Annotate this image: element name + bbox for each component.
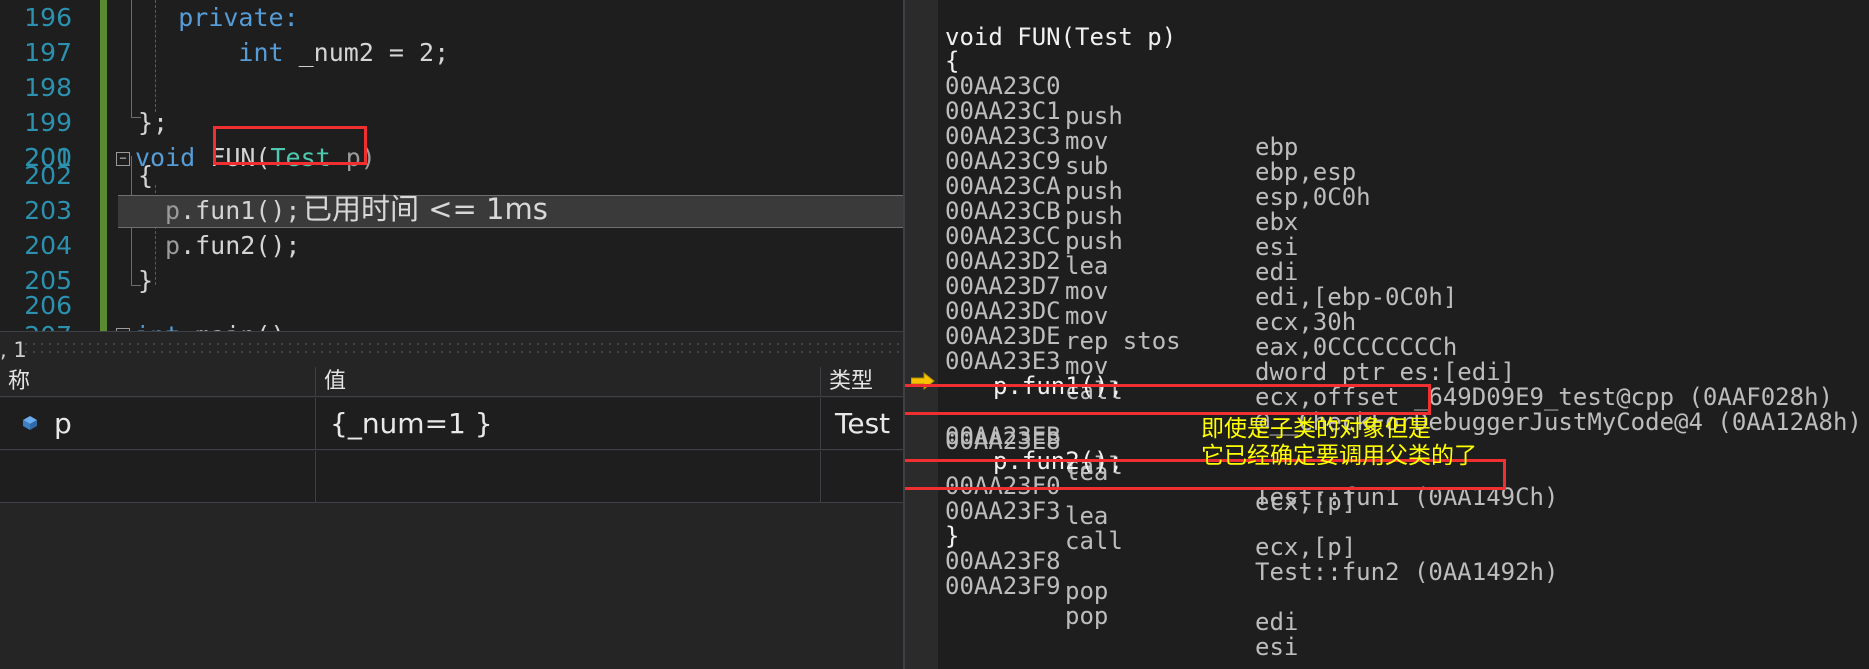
watch-tabstrip[interactable]: , 1 <box>0 331 905 367</box>
autos-watch-panel[interactable]: 称 值 类型 p {_num=1 } Test <box>0 367 905 669</box>
change-bar <box>100 70 107 106</box>
code-text: private: <box>178 3 299 32</box>
change-bar <box>100 228 107 264</box>
change-bar <box>100 0 107 36</box>
code-line[interactable]: 204 p.fun2(); <box>0 228 905 264</box>
code-line[interactable]: 202 { <box>0 158 905 194</box>
code-line[interactable]: 197 int _num2 = 2; <box>0 35 905 71</box>
column-header-value[interactable]: 值 <box>316 367 820 397</box>
table-row[interactable]: p {_num=1 } Test <box>0 398 905 450</box>
code-line[interactable]: 199 }; <box>0 105 905 141</box>
code-text: }; <box>138 108 169 137</box>
object-cube-icon <box>23 416 37 430</box>
column-separator[interactable] <box>820 398 821 450</box>
tabstrip-grip[interactable] <box>22 340 905 358</box>
change-bar <box>100 158 107 194</box>
instruction-mnemonic: pop <box>1065 602 1109 631</box>
line-number: 199 <box>24 108 72 137</box>
line-number: 196 <box>24 3 72 32</box>
watch-row-value[interactable] <box>322 451 820 503</box>
column-separator[interactable] <box>315 367 316 397</box>
elapsed-time-datatip: 已用时间 <= 1ms <box>303 192 548 226</box>
code-text: p.fun1(); <box>165 196 301 225</box>
annotation-line-2: 它已经确定要调用父类的了 <box>1201 443 1477 469</box>
column-separator[interactable] <box>820 367 821 397</box>
left-pane: 196 private: 197 int _num2 = 2; 198 199 … <box>0 0 905 669</box>
code-text: int _num2 = 2; <box>238 38 450 67</box>
column-separator[interactable] <box>315 398 316 450</box>
watch-row-type[interactable] <box>827 451 905 503</box>
column-separator[interactable] <box>315 451 316 503</box>
column-separator[interactable] <box>820 451 821 503</box>
disassembly-panel[interactable]: void FUN(Test p) { 00AA23C0 push ebp 00A… <box>905 0 1869 669</box>
instruction-operands: esi <box>1255 632 1299 661</box>
line-number: 202 <box>24 161 72 190</box>
line-number: 197 <box>24 38 72 67</box>
line-number: 198 <box>24 73 72 102</box>
change-bar <box>100 193 107 229</box>
current-instruction-arrow-icon <box>911 372 935 390</box>
annotation-line-1: 即使是子类的对象但是 <box>1201 416 1431 442</box>
line-number: 204 <box>24 231 72 260</box>
code-text: { <box>138 161 154 190</box>
column-header-type[interactable]: 类型 <box>821 367 905 397</box>
visual-studio-debugger-window: 196 private: 197 int _num2 = 2; 198 199 … <box>0 0 1869 669</box>
watch-row-value[interactable]: {_num=1 } <box>322 398 820 450</box>
watch-row-name[interactable] <box>46 451 315 503</box>
column-header-name[interactable]: 称 <box>0 367 315 397</box>
watch-row-type[interactable]: Test <box>827 398 905 450</box>
line-number: 203 <box>24 196 72 225</box>
watch-row-name[interactable]: p <box>46 398 315 450</box>
code-line[interactable]: 196 private: <box>0 0 905 36</box>
code-line[interactable]: 198 <box>0 70 905 106</box>
code-text: p.fun2(); <box>165 231 301 260</box>
change-bar <box>100 105 107 141</box>
table-row[interactable] <box>0 451 905 503</box>
watch-column-header: 称 值 类型 <box>0 367 905 397</box>
disassembly-line[interactable]: 00AA23F9 pop esi <box>905 541 1869 660</box>
change-bar <box>100 35 107 71</box>
instruction-address: 00AA23F9 <box>945 572 1061 601</box>
